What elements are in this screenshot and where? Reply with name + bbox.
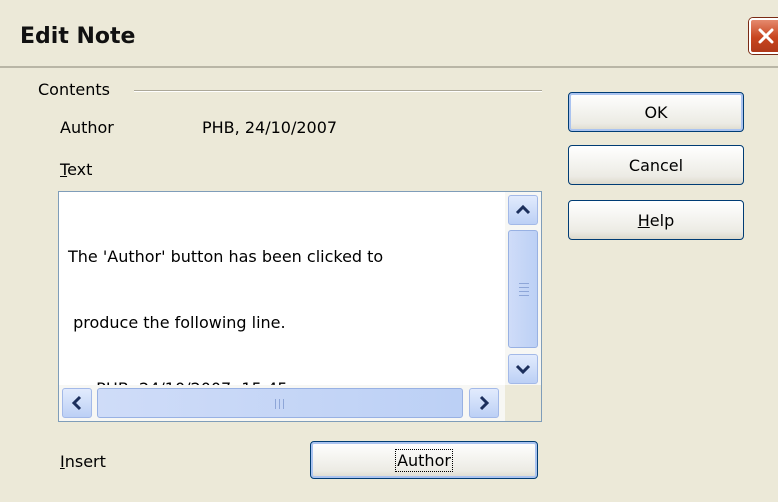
horizontal-scrollbar[interactable] [59, 385, 505, 421]
vertical-scroll-thumb[interactable] [508, 230, 538, 348]
help-button-label: Help [637, 210, 675, 230]
dialog-title: Edit Note [20, 24, 136, 49]
help-button[interactable]: Help [568, 200, 744, 240]
text-line: produce the following line. [68, 313, 286, 332]
chevron-up-icon [509, 204, 537, 228]
scroll-up-button[interactable] [508, 195, 538, 225]
text-label: Text [60, 160, 93, 179]
cancel-button[interactable]: Cancel [568, 145, 744, 185]
author-button-label: Author [395, 448, 453, 472]
scroll-down-button[interactable] [508, 354, 538, 384]
scroll-right-button[interactable] [469, 388, 499, 418]
insert-author-button[interactable]: Author [310, 441, 538, 479]
title-bar[interactable]: Edit Note [0, 0, 778, 70]
author-value: PHB, 24/10/2007 [202, 118, 338, 137]
title-separator [0, 66, 778, 68]
scroll-left-button[interactable] [62, 388, 92, 418]
text-line: The 'Author' button has been clicked to [68, 247, 384, 266]
vertical-scrollbar[interactable] [505, 192, 541, 387]
chevron-left-icon [63, 395, 91, 421]
edit-note-dialog: Edit Note Contents Author PHB, 24/10/200… [0, 0, 778, 502]
contents-group-label: Contents [38, 80, 116, 99]
cancel-button-label: Cancel [628, 155, 684, 175]
group-divider [134, 90, 542, 92]
scrollbar-corner [505, 385, 541, 421]
chevron-right-icon [470, 395, 498, 421]
horizontal-scroll-thumb[interactable] [97, 388, 463, 418]
author-label: Author [60, 118, 114, 137]
ok-button[interactable]: OK [568, 92, 744, 132]
close-button[interactable] [749, 18, 778, 54]
ok-button-label: OK [644, 102, 668, 122]
note-text-area[interactable]: The 'Author' button has been clicked to … [58, 191, 542, 422]
insert-label: Insert [60, 452, 106, 471]
